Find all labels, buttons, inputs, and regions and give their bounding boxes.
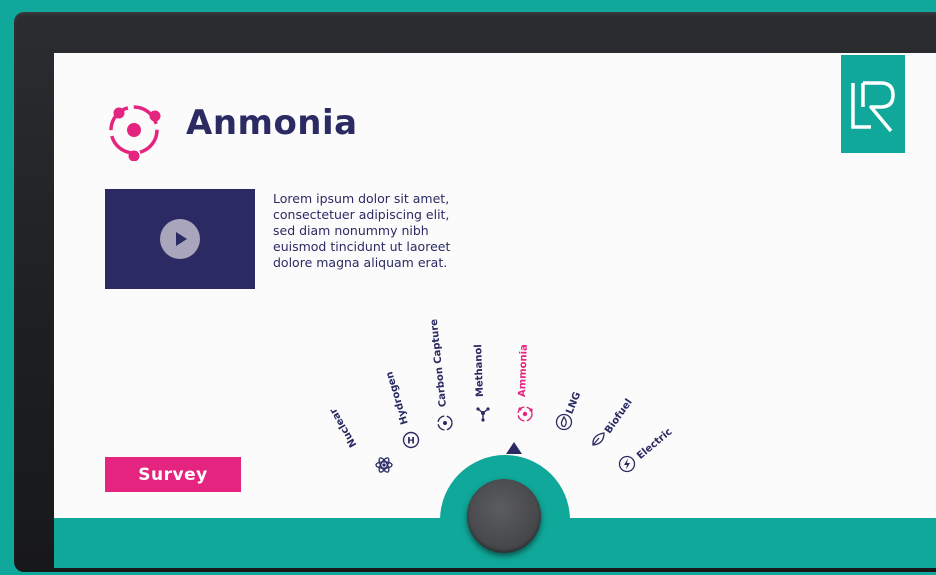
screen: Anmonia Lorem ipsum dolor sit amet, cons… [54,53,936,568]
video-player[interactable] [105,189,255,289]
play-button[interactable] [160,219,200,259]
hydrogen-icon: H [402,431,420,449]
dial-item-label: Electric [635,426,675,462]
page-title: Anmonia [186,103,358,143]
carbon-capture-icon [437,415,453,431]
molecule-icon [476,407,490,422]
ammonia-icon [517,406,533,422]
play-icon [176,232,187,246]
dial-item-label: Nuclear [328,405,360,449]
dial-item-label: Ammonia [517,344,530,398]
ammonia-title-icon [109,105,161,161]
leaf-icon [592,432,605,446]
dial-item-label: Carbon Capture [428,318,449,408]
pointer-triangle-icon [506,442,522,454]
dial-item-label: Biofuel [603,397,635,436]
svg-text:H: H [407,437,415,447]
flame-icon [555,413,573,431]
description-text: Lorem ipsum dolor sit amet, consectetuer… [273,191,451,270]
lightning-icon [618,455,636,473]
dial-item-label: LNG [564,390,584,416]
selector-knob[interactable] [467,479,541,553]
lr-logo [841,55,905,153]
survey-button[interactable]: Survey [105,457,241,492]
dial-item-label: Methanol [473,344,486,398]
dial-item-label: Hydrogen [384,370,411,426]
monitor-bezel: Anmonia Lorem ipsum dolor sit amet, cons… [14,12,936,572]
atom-icon [375,457,393,473]
